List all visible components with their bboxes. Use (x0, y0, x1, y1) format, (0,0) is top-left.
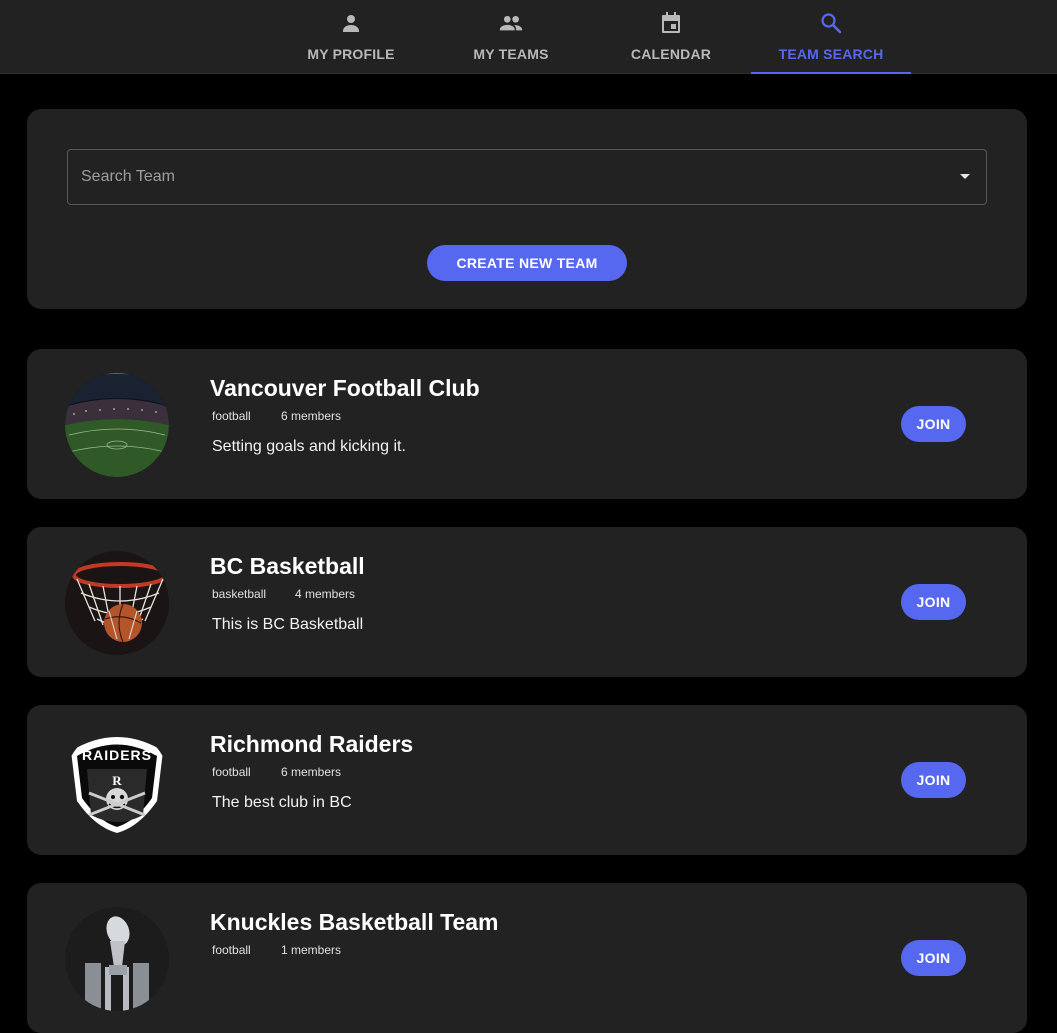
team-description: Setting goals and kicking it. (212, 438, 406, 455)
team-sport: football (212, 409, 251, 423)
tab-my-profile[interactable]: MY PROFILE (271, 0, 431, 74)
tab-label: CALENDAR (630, 46, 712, 62)
tab-label: TEAM SEARCH (778, 46, 884, 62)
trophy-logo (65, 907, 169, 1011)
team-members: 1 members (281, 943, 342, 957)
search-card: Search Team CREATE NEW TEAM (27, 109, 1027, 309)
join-button[interactable]: JOIN (901, 406, 966, 442)
team-members: 4 members (295, 587, 356, 601)
dropdown-arrow-icon[interactable] (960, 174, 970, 179)
join-button[interactable]: JOIN (901, 584, 966, 620)
tab-calendar[interactable]: CALENDAR (591, 0, 751, 74)
person-icon (338, 10, 364, 36)
join-button[interactable]: JOIN (901, 940, 966, 976)
team-name: Knuckles Basketball Team (210, 909, 499, 935)
team-name: Vancouver Football Club (210, 375, 480, 401)
team-members: 6 members (281, 765, 342, 779)
search-placeholder: Search Team (81, 168, 175, 185)
team-card: Knuckles Basketball Team football 1 memb… (27, 883, 1027, 1033)
active-tab-indicator (751, 72, 911, 74)
tab-team-search[interactable]: TEAM SEARCH (751, 0, 911, 74)
team-description: This is BC Basketball (212, 616, 364, 633)
team-card: Vancouver Football Club football 6 membe… (27, 349, 1027, 499)
search-icon (818, 10, 844, 36)
search-team-input[interactable]: Search Team (67, 149, 987, 205)
top-navigation: MY PROFILE MY TEAMS CALENDAR TEAM SEARCH (0, 0, 1057, 74)
tab-my-teams[interactable]: MY TEAMS (431, 0, 591, 74)
create-new-team-button[interactable]: CREATE NEW TEAM (427, 245, 627, 281)
people-icon (498, 10, 524, 36)
raiders-logo: RAIDERS R (65, 729, 169, 833)
stadium-photo (65, 373, 169, 477)
basketball-hoop-photo (65, 551, 169, 655)
team-description: The best club in BC (212, 794, 352, 811)
team-name: BC Basketball (210, 553, 365, 579)
tab-label: MY PROFILE (307, 46, 395, 62)
calendar-icon (658, 10, 684, 36)
team-name: Richmond Raiders (210, 731, 414, 757)
svg-text:R: R (112, 773, 122, 788)
team-sport: basketball (212, 587, 267, 601)
team-card: RAIDERS R Richmond Raiders football 6 me… (27, 705, 1027, 855)
svg-text:RAIDERS: RAIDERS (82, 747, 152, 763)
team-sport: football (212, 765, 251, 779)
team-members: 6 members (281, 409, 342, 423)
team-card: BC Basketball basketball 4 members This … (27, 527, 1027, 677)
join-button[interactable]: JOIN (901, 762, 966, 798)
team-sport: football (212, 943, 251, 957)
tab-label: MY TEAMS (473, 46, 549, 62)
